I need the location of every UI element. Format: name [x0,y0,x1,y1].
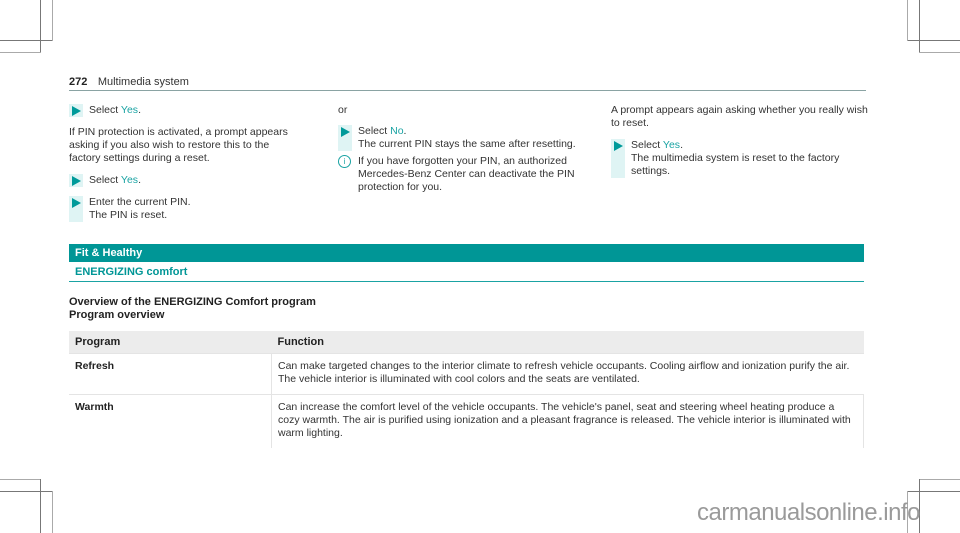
step-text: Enter the current PIN. [89,196,191,208]
crop-mark [0,52,41,53]
overview-heading: Overview of the ENERGIZING Comfort progr… [69,296,316,322]
step-select-no: Select No. The current PIN stays the sam… [338,125,600,151]
watermark: carmanualsonline.info [697,499,920,526]
crop-mark [919,0,920,52]
step-select-yes: Select Yes. The multimedia system is res… [611,139,873,178]
program-table: Program Function Refresh Can make target… [69,331,864,448]
step-text: Select [358,125,391,137]
column-1: Select Yes. If PIN protection is activat… [69,104,301,222]
header-program: Program [69,331,272,354]
overview-subtitle: Program overview [69,309,165,321]
crop-mark [40,479,41,533]
option-yes: Yes [120,174,139,186]
column-2: or Select No. The current PIN stays the … [338,104,600,194]
crop-mark [52,0,53,41]
pin-protection-paragraph: If PIN protection is activated, a prompt… [69,126,288,164]
or-label: or [338,104,348,116]
crop-mark [52,491,53,533]
step-select-yes: Select Yes. [69,174,301,187]
punctuation: . [138,174,141,186]
crop-mark [40,0,41,52]
arrow-right-icon [341,127,350,137]
step-select-yes: Select Yes. [69,104,301,117]
step-result: The current PIN stays the same after res… [358,138,576,150]
step-text: Select [631,139,663,151]
reset-prompt-paragraph: A prompt appears again asking whether yo… [611,104,868,129]
program-function: Can increase the comfort level of the ve… [271,394,864,448]
section-title: Multimedia system [97,76,189,88]
option-no: No [390,125,404,137]
program-name: Refresh [69,353,272,395]
crop-mark [919,52,960,53]
crop-mark [0,479,41,480]
crop-mark [0,40,52,41]
page-number: 272 [69,76,88,88]
crop-mark [907,0,908,41]
step-result: The multimedia system is reset to the fa… [631,152,840,177]
section-banner: Fit & Healthy [69,244,864,262]
subheading: ENERGIZING comfort [69,265,864,282]
header-function: Function [271,331,864,354]
column-3: A prompt appears again asking whether yo… [611,104,873,178]
program-function: Can make targeted changes to the interio… [271,353,864,395]
crop-mark [907,40,960,41]
info-note: i If you have forgotten your PIN, an aut… [338,155,600,194]
page-header: 272 Multimedia system [69,72,866,91]
step-text: Select [89,104,121,116]
info-circle-icon: i [338,155,351,168]
arrow-right-icon [614,141,623,151]
overview-title: Overview of the ENERGIZING Comfort progr… [69,296,316,308]
step-text: Select [89,174,121,186]
program-name: Warmth [69,394,272,448]
table-row: Refresh Can make targeted changes to the… [69,353,864,395]
arrow-right-icon [72,198,81,208]
step-result: The PIN is reset. [89,209,168,221]
arrow-right-icon [72,176,81,186]
crop-mark [919,479,960,480]
punctuation: . [680,139,683,151]
punctuation: . [403,125,407,137]
info-text: If you have forgotten your PIN, an autho… [358,155,575,193]
crop-mark [0,491,52,492]
arrow-right-icon [72,106,81,116]
step-enter-pin: Enter the current PIN. The PIN is reset. [69,196,301,222]
crop-mark [907,491,960,492]
punctuation: . [138,104,141,116]
table-row: Warmth Can increase the comfort level of… [69,394,864,448]
option-yes: Yes [662,139,681,151]
table-header-row: Program Function [69,331,864,354]
option-yes: Yes [120,104,139,116]
